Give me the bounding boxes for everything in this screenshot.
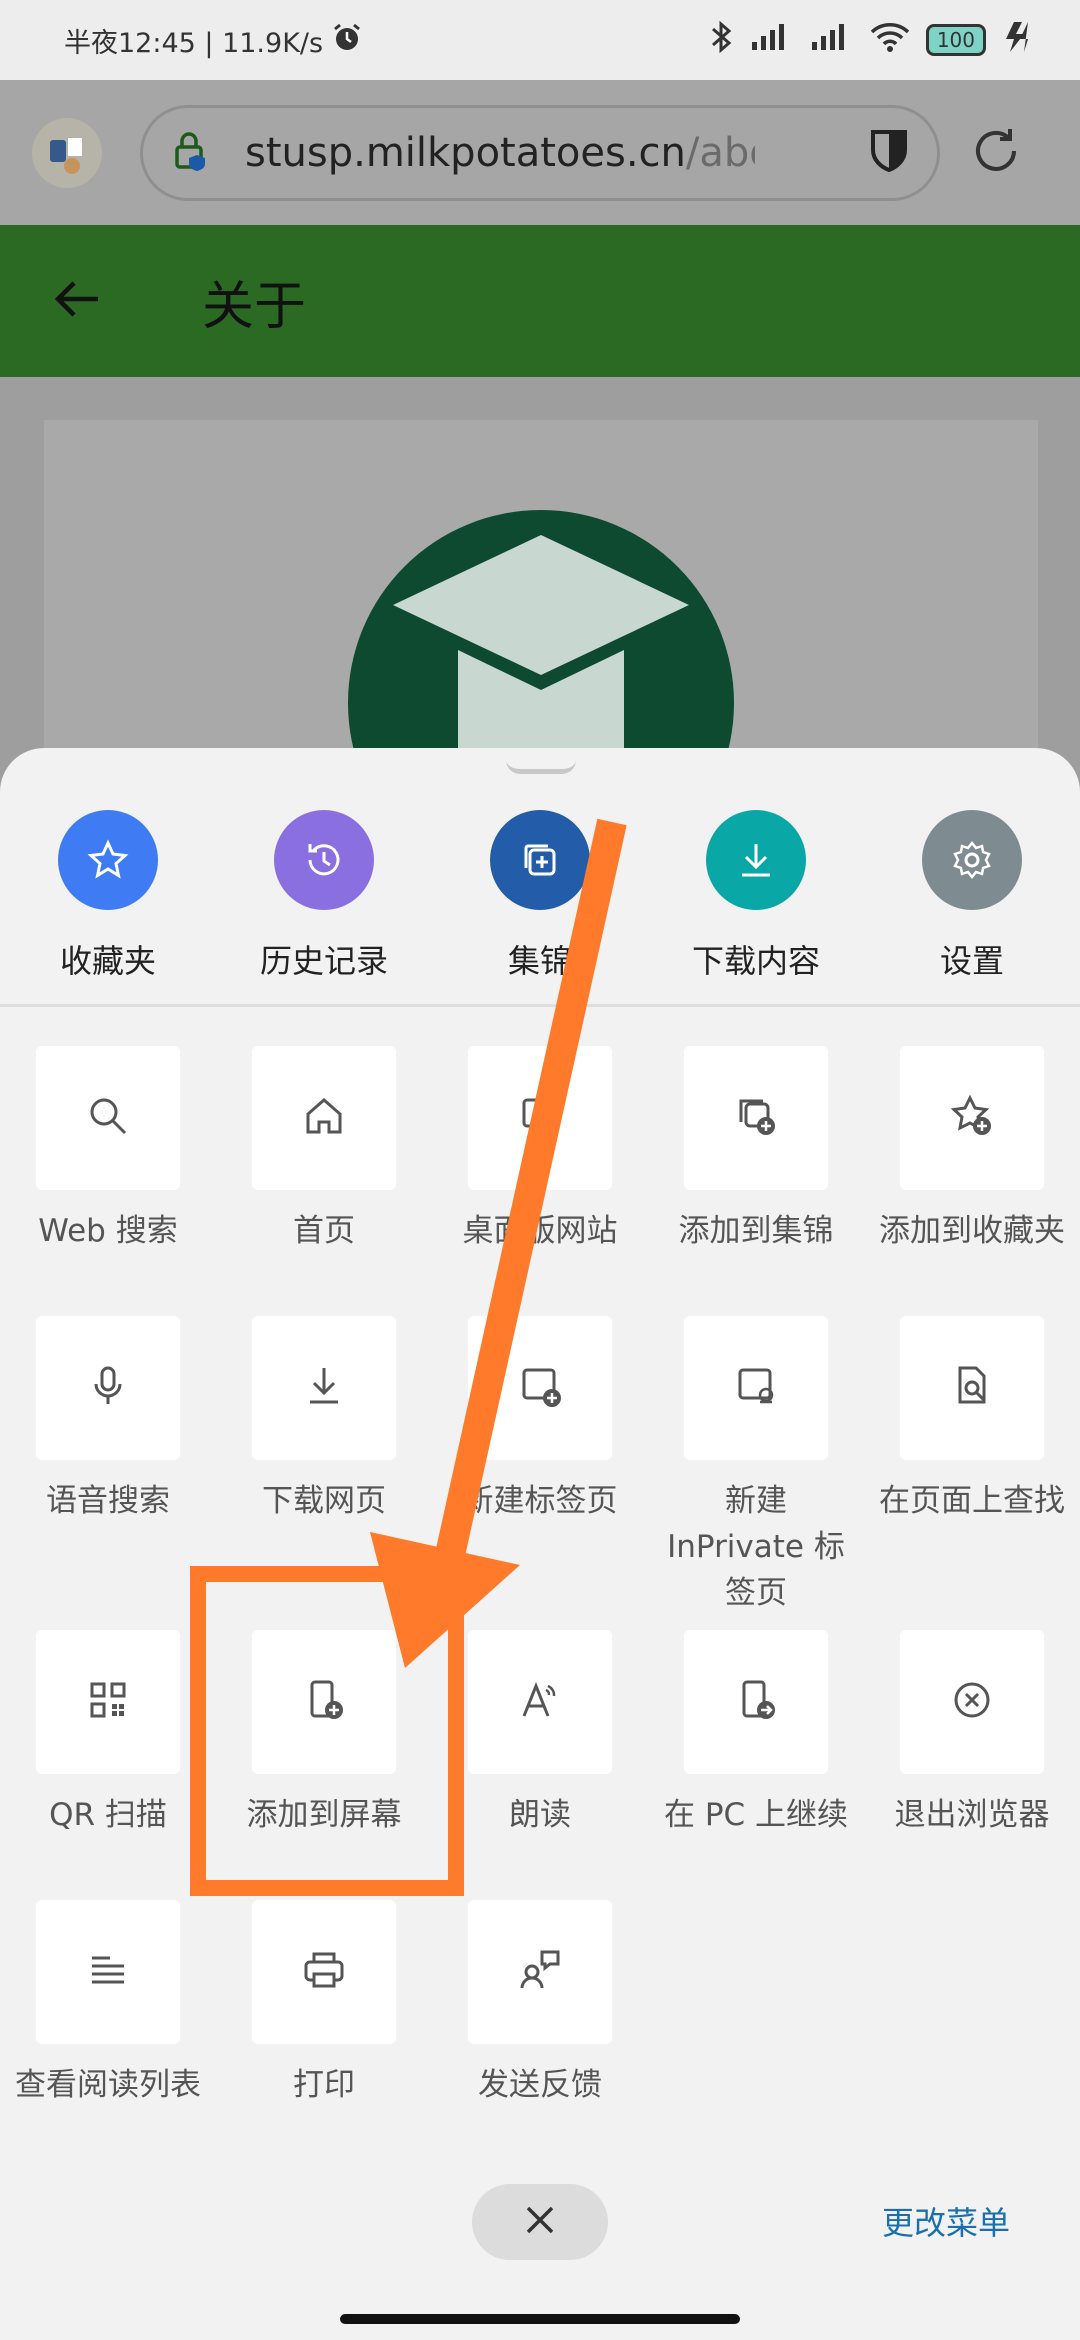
menu-new-inprivate-tab[interactable]: 新建 InPrivate 标签页 xyxy=(656,1316,856,1616)
print-icon xyxy=(300,1946,348,1998)
menu-add-to-favorites[interactable]: 添加到收藏夹 xyxy=(872,1046,1072,1254)
home-indicator xyxy=(340,2314,740,2324)
page-header: 关于 xyxy=(0,225,1080,377)
find-in-page-icon xyxy=(948,1362,996,1414)
bluetooth-icon xyxy=(710,20,734,61)
history-icon xyxy=(274,810,374,910)
quick-favorites[interactable]: 收藏夹 xyxy=(8,810,208,982)
status-bar: 半夜12:45 | 11.9K/s 100 xyxy=(0,0,1080,80)
add-favorite-icon xyxy=(948,1092,996,1144)
search-icon xyxy=(84,1092,132,1144)
charging-icon xyxy=(1002,20,1040,61)
add-collection-icon xyxy=(732,1092,780,1144)
wifi-icon xyxy=(870,22,910,59)
quick-downloads[interactable]: 下载内容 xyxy=(656,810,856,982)
exit-icon xyxy=(948,1676,996,1728)
status-time: 半夜12:45 | 11.9K/s xyxy=(64,27,324,59)
menu-web-search[interactable]: Web 搜索 xyxy=(8,1046,208,1254)
browser-toolbar: stusp.milkpotatoes.cn/abou xyxy=(0,80,1080,225)
annotation-highlight-box xyxy=(190,1566,464,1896)
inprivate-tab-icon xyxy=(732,1362,780,1414)
desktop-site-icon xyxy=(516,1092,564,1144)
close-menu-button[interactable] xyxy=(472,2184,608,2260)
menu-add-to-collections[interactable]: 添加到集锦 xyxy=(656,1046,856,1254)
drag-handle[interactable] xyxy=(506,760,576,774)
gear-icon xyxy=(922,810,1022,910)
feedback-icon xyxy=(516,1946,564,1998)
microphone-icon xyxy=(84,1362,132,1414)
menu-desktop-site[interactable]: 桌面版网站 xyxy=(440,1046,640,1254)
browser-menu-sheet: 收藏夹 历史记录 集锦 下载内容 设置 Web 搜索 首页 桌面版网站 添加到集… xyxy=(0,748,1080,2340)
home-icon xyxy=(300,1092,348,1144)
download-icon xyxy=(706,810,806,910)
page-title: 关于 xyxy=(202,276,307,337)
quick-history[interactable]: 历史记录 xyxy=(224,810,424,982)
quick-settings[interactable]: 设置 xyxy=(872,810,1072,982)
close-icon xyxy=(522,2202,558,2242)
new-tab-icon xyxy=(516,1362,564,1414)
menu-new-tab[interactable]: 新建标签页 xyxy=(440,1316,640,1524)
refresh-icon[interactable] xyxy=(968,123,1024,183)
url-text[interactable]: stusp.milkpotatoes.cn/abou xyxy=(245,130,755,176)
back-arrow-icon[interactable] xyxy=(52,279,102,323)
quick-actions: 收藏夹 历史记录 集锦 下载内容 设置 xyxy=(0,810,1080,1000)
change-menu-link[interactable]: 更改菜单 xyxy=(882,2198,1010,2244)
battery-indicator: 100 xyxy=(925,24,986,56)
menu-read-aloud[interactable]: 朗读 xyxy=(440,1630,640,1838)
site-favicon[interactable] xyxy=(32,117,102,188)
read-aloud-icon xyxy=(516,1676,564,1728)
menu-print[interactable]: 打印 xyxy=(224,1900,424,2108)
alarm-icon xyxy=(331,21,363,60)
menu-qr-scan[interactable]: QR 扫描 xyxy=(8,1630,208,1838)
menu-home[interactable]: 首页 xyxy=(224,1046,424,1254)
menu-exit-browser[interactable]: 退出浏览器 xyxy=(872,1630,1072,1838)
lock-icon[interactable] xyxy=(171,129,213,177)
star-icon xyxy=(58,810,158,910)
menu-find-in-page[interactable]: 在页面上查找 xyxy=(872,1316,1072,1524)
menu-continue-on-pc[interactable]: 在 PC 上继续 xyxy=(656,1630,856,1838)
quick-collections[interactable]: 集锦 xyxy=(440,810,640,982)
download-page-icon xyxy=(300,1362,348,1414)
menu-voice-search[interactable]: 语音搜索 xyxy=(8,1316,208,1524)
collections-icon xyxy=(490,810,590,910)
tracking-prevention-icon[interactable] xyxy=(869,128,909,178)
address-bar[interactable]: stusp.milkpotatoes.cn/abou xyxy=(140,104,940,201)
signal-icon xyxy=(810,22,854,59)
qr-icon xyxy=(84,1676,132,1728)
continue-on-pc-icon xyxy=(732,1676,780,1728)
menu-send-feedback[interactable]: 发送反馈 xyxy=(440,1900,640,2108)
divider xyxy=(0,1004,1080,1007)
signal-icon xyxy=(750,22,794,59)
reading-list-icon xyxy=(84,1946,132,1998)
menu-reading-list[interactable]: 查看阅读列表 xyxy=(8,1900,208,2108)
menu-download-page[interactable]: 下载网页 xyxy=(224,1316,424,1524)
